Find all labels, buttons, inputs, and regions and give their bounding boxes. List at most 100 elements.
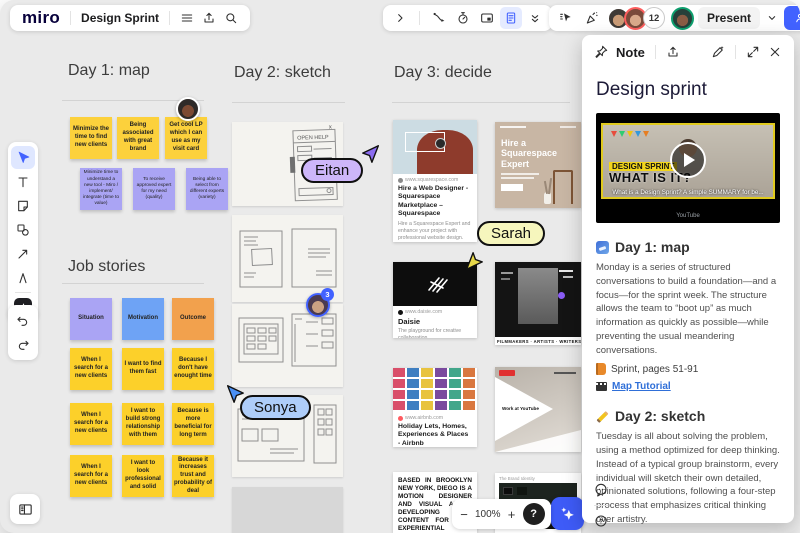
sticky-note[interactable]: Because it increases trust and probabili…: [172, 455, 214, 497]
frame-title-day2[interactable]: Day 2: sketch: [234, 64, 331, 82]
pencil-emoji-icon: [596, 410, 609, 423]
undo-icon: [15, 313, 31, 329]
share-button[interactable]: Share: [784, 6, 800, 30]
expand-toolbar-button[interactable]: [389, 7, 411, 29]
portfolio-category-band: FILMMAKERS · ARTISTS · WRITERS · MUSICIA…: [495, 339, 581, 344]
pin-icon: [593, 44, 609, 60]
sticky-note[interactable]: When I search for a new clients: [70, 403, 112, 445]
sticky-note[interactable]: Minimize time to understand a new tool -…: [80, 168, 122, 210]
edit-sparkle-icon: [710, 44, 726, 60]
sticky-note[interactable]: Being associated with great brand: [117, 117, 159, 159]
undo-button[interactable]: [11, 309, 35, 332]
sticky-note[interactable]: Because I don't have enought time: [172, 348, 214, 390]
pin-panel-button[interactable]: [590, 41, 612, 63]
sticky-note[interactable]: I want to build strong relationship with…: [122, 403, 164, 445]
pen-icon: [15, 270, 31, 286]
current-user-avatar[interactable]: [671, 7, 694, 30]
frame-title-day3[interactable]: Day 3: decide: [394, 64, 492, 82]
frame-tool-button[interactable]: [476, 7, 498, 29]
video-embed[interactable]: DESIGN SPRINT WHAT IS IT? What is a Desi…: [596, 113, 780, 223]
zoom-level[interactable]: 100%: [475, 509, 501, 520]
sketch-card-5[interactable]: [232, 487, 343, 533]
zoom-in-button[interactable]: +: [506, 507, 518, 522]
sticky-note[interactable]: Situation: [70, 298, 112, 340]
pen-tool-button[interactable]: [11, 266, 35, 289]
sticky-note[interactable]: To receive approved expert for my need (…: [133, 168, 175, 210]
web-card-daisie[interactable]: www.daisie.com Daisie The playground for…: [393, 262, 477, 338]
ai-edit-button[interactable]: [707, 41, 729, 63]
collapse-toolbar-button[interactable]: [524, 7, 546, 29]
note-doc-title[interactable]: Design sprint: [596, 79, 780, 101]
web-card-squarespace-result[interactable]: www.squarespace.com Hire a Web Designer …: [393, 120, 477, 242]
sticky-note[interactable]: When I search for a new clients: [70, 455, 112, 497]
sticky-note-tool-button[interactable]: [11, 194, 35, 217]
sticky-note[interactable]: Being able to select from different expe…: [186, 168, 228, 210]
clapper-emoji-icon: [596, 382, 607, 391]
shapes-tool-button[interactable]: [11, 218, 35, 241]
close-panel-button[interactable]: [764, 41, 786, 63]
search-button[interactable]: [220, 7, 242, 29]
note-panel-footer: ?: [590, 479, 612, 532]
collaborator-cursor-eitan: [360, 143, 382, 165]
note-tool-button[interactable]: [500, 7, 522, 29]
web-card-airbnb[interactable]: www.airbnb.com Holiday Lets, Homes, Expe…: [393, 368, 477, 447]
svg-text:x: x: [329, 124, 332, 130]
sticky-note[interactable]: I want to find them fast: [122, 348, 164, 390]
web-card-squarespace-hero[interactable]: Hire a Squarespace Expert: [495, 122, 581, 208]
redo-button[interactable]: [11, 333, 35, 356]
reactions-button[interactable]: [581, 7, 603, 29]
ai-assist-button[interactable]: [551, 497, 584, 530]
note-panel-header: Note: [582, 35, 794, 69]
comments-button[interactable]: [590, 479, 612, 501]
map-tutorial-link[interactable]: Map Tutorial: [612, 381, 671, 392]
result-title: Holiday Lets, Homes, Experiences & Place…: [398, 423, 472, 447]
export-note-button[interactable]: [662, 41, 684, 63]
zoom-out-button[interactable]: −: [458, 507, 470, 522]
close-icon: [767, 44, 783, 60]
frames-panel-button[interactable]: [10, 494, 40, 524]
web-card-creative-portfolio[interactable]: FILMMAKERS · ARTISTS · WRITERS · MUSICIA…: [495, 262, 581, 345]
board-title[interactable]: Design Sprint: [77, 11, 163, 25]
participant-count-badge[interactable]: 12: [643, 7, 665, 29]
present-dropdown-button[interactable]: [764, 7, 780, 29]
cursor-name-label: Eitan: [301, 158, 363, 183]
play-button[interactable]: [670, 142, 706, 178]
video-caption: What is a Design Sprint? A simple SUMMAR…: [603, 189, 773, 196]
arrow-tool-button[interactable]: [11, 242, 35, 265]
chevron-right-icon: [392, 10, 408, 26]
search-icon: [223, 10, 239, 26]
frame-title-day1[interactable]: Day 1: map: [68, 62, 150, 80]
video-source-label: YouTube: [596, 213, 780, 219]
sticky-note[interactable]: I want to look professional and solid: [122, 455, 164, 497]
board-menu-button[interactable]: [176, 7, 198, 29]
tutorial-link-row: Map Tutorial: [596, 381, 780, 392]
panel-help-button[interactable]: ?: [590, 510, 612, 532]
web-card-youtube-jobs[interactable]: Work at YouTube: [495, 367, 581, 452]
sketch-card-3[interactable]: [232, 304, 343, 387]
connector-tool-button[interactable]: [428, 7, 450, 29]
sticky-note[interactable]: When I search for a new clients: [70, 348, 112, 390]
expand-icon: [745, 44, 761, 60]
follow-mode-button[interactable]: [555, 7, 577, 29]
select-tool-button[interactable]: [11, 146, 35, 169]
shapes-icon: [15, 222, 31, 238]
sticky-note[interactable]: Minimize the time to find new clients: [70, 117, 112, 159]
web-card-image: [393, 120, 477, 174]
collaborator-avatar: [176, 97, 200, 121]
section-body-day2: Tuesday is all about solving the problem…: [596, 430, 780, 526]
export-button[interactable]: [198, 7, 220, 29]
result-description: Hire a Squarespace Expert and enhance yo…: [398, 221, 472, 242]
frame-title-job-stories[interactable]: Job stories: [68, 258, 145, 276]
person-icon: [794, 12, 800, 24]
miro-logo[interactable]: miro: [18, 8, 64, 28]
text-tool-button[interactable]: [11, 170, 35, 193]
expand-panel-button[interactable]: [742, 41, 764, 63]
help-button[interactable]: ?: [523, 503, 545, 525]
sticky-note[interactable]: Because is more beneficial for long term: [172, 403, 214, 445]
sticky-note[interactable]: Get cool LP which I can use as my visit …: [165, 117, 207, 159]
timer-button[interactable]: [452, 7, 474, 29]
sticky-note[interactable]: Motivation: [122, 298, 164, 340]
airbnb-favicon-icon: [398, 416, 403, 421]
sticky-note[interactable]: Outcome: [172, 298, 214, 340]
present-button[interactable]: Present: [698, 7, 760, 29]
